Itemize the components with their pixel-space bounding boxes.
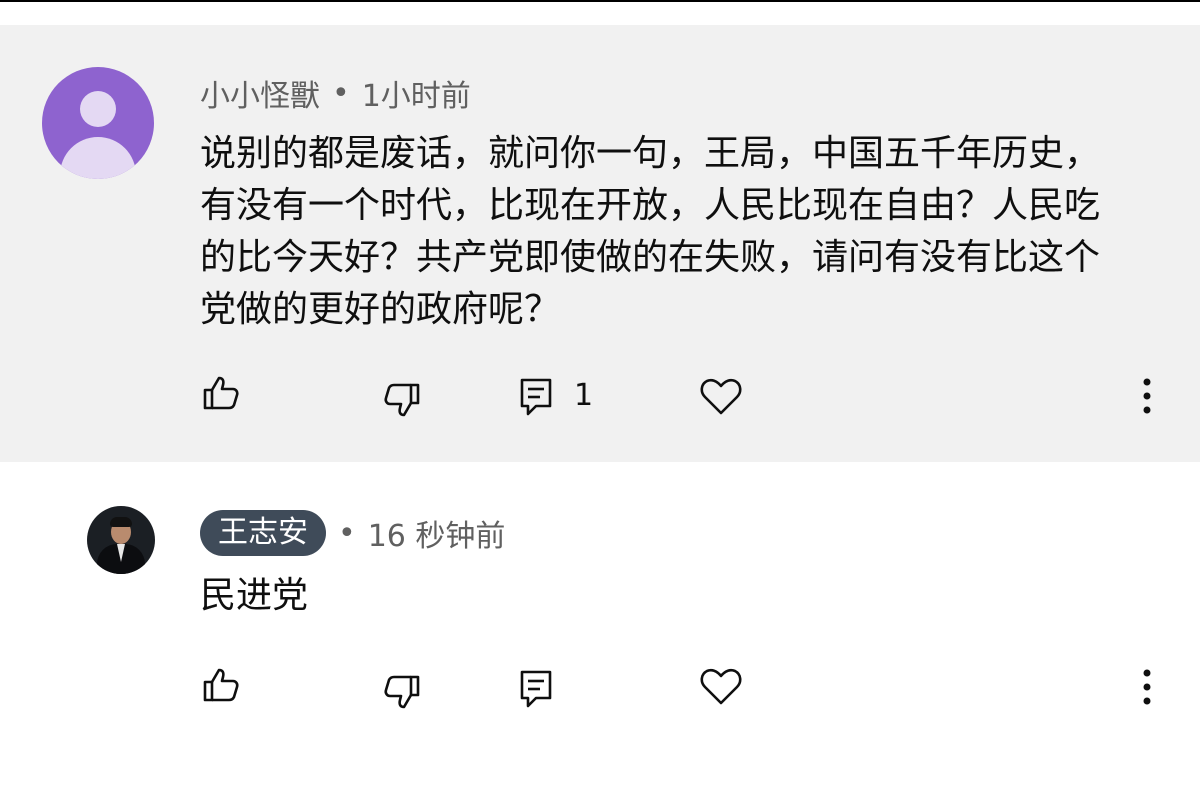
comment-header: 小小怪獸 • 1小时前 [200, 71, 471, 115]
thumbs-down-icon[interactable] [383, 674, 421, 710]
comment-icon[interactable] [520, 670, 552, 708]
creator-name-badge[interactable]: 王志安 [200, 510, 326, 556]
comment-timestamp[interactable]: 1小时前 [362, 71, 471, 115]
heart-icon[interactable] [700, 668, 742, 706]
thumbs-down-icon[interactable] [383, 382, 421, 418]
separator-dot: • [332, 75, 350, 111]
creator-avatar[interactable] [87, 506, 155, 574]
comment-icon[interactable] [520, 378, 552, 416]
more-vertical-icon[interactable] [1141, 378, 1153, 414]
more-vertical-icon[interactable] [1141, 669, 1153, 705]
thumbs-up-icon[interactable] [202, 375, 240, 411]
reply-count[interactable]: 1 [574, 376, 593, 416]
comment-text: 说别的都是废话，就问你一句，王局，中国五千年历史，有没有一个时代，比现在开放，人… [200, 133, 1101, 330]
reply-timestamp[interactable]: 16 秒钟前 [368, 511, 506, 555]
avatar-head-shape [80, 91, 116, 127]
user-avatar[interactable] [42, 67, 154, 179]
separator-dot: • [338, 515, 356, 551]
reply-header: 王志安 • 16 秒钟前 [200, 510, 505, 556]
heart-icon[interactable] [700, 378, 742, 416]
thumbs-up-icon[interactable] [202, 667, 240, 703]
reply-text: 民进党 [200, 575, 309, 616]
avatar-body-shape [60, 137, 136, 179]
author-name[interactable]: 小小怪獸 [200, 71, 320, 115]
top-divider [0, 0, 1200, 2]
avatar-photo-hair [110, 517, 132, 527]
